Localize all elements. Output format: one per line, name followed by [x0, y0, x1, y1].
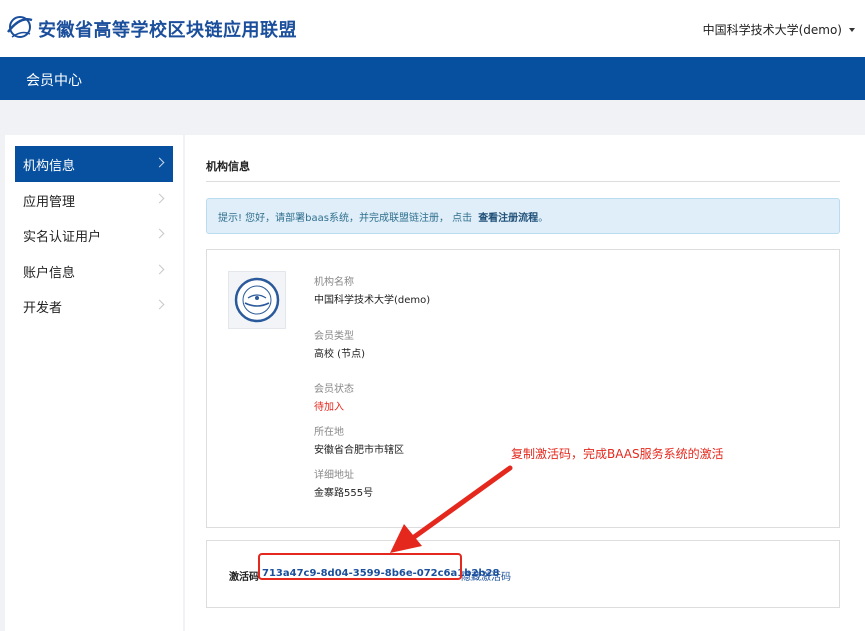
- sidebar: 机构信息 应用管理 实名认证用户 账户信息 开发者: [5, 135, 183, 631]
- org-name-label: 机构名称: [314, 277, 354, 288]
- member-type-label: 会员类型: [314, 331, 354, 342]
- top-bar: 安徽省高等学校区块链应用联盟 中国科学技术大学(demo): [0, 0, 865, 57]
- annotation-text: 复制激活码，完成BAAS服务系统的激活: [511, 447, 724, 461]
- member-status-value: 待加入: [314, 402, 344, 413]
- user-menu[interactable]: 中国科学技术大学(demo): [703, 21, 855, 38]
- sidebar-item-label: 开发者: [23, 300, 63, 316]
- activation-code-label: 激活码: [229, 572, 259, 583]
- university-seal-icon: [234, 277, 280, 323]
- member-status-label: 会员状态: [314, 384, 354, 395]
- sidebar-item-verified-users[interactable]: 实名认证用户: [15, 217, 173, 253]
- org-info-card: 机构名称 中国科学技术大学(demo) 会员类型 高校 (节点) 会员状态 待加…: [206, 249, 840, 528]
- chevron-right-icon: [154, 264, 165, 275]
- chevron-right-icon: [154, 193, 165, 204]
- sidebar-item-label: 应用管理: [23, 194, 76, 210]
- org-name-value: 中国科学技术大学(demo): [314, 295, 431, 306]
- annotation-arrow-icon: [390, 465, 513, 553]
- alert-tail: 。: [538, 212, 549, 224]
- sidebar-item-org-info[interactable]: 机构信息: [15, 146, 173, 182]
- sidebar-item-label: 机构信息: [23, 158, 76, 174]
- globe-swoosh-icon: [7, 16, 33, 38]
- address-label: 详细地址: [314, 470, 354, 481]
- divider: [206, 181, 840, 182]
- chevron-right-icon: [154, 157, 165, 168]
- org-logo: [228, 271, 286, 329]
- info-alert: 提示! 您好，请部署baas系统，并完成联盟链注册， 点击 查看注册流程 。: [206, 198, 840, 234]
- alert-text: 提示! 您好，请部署baas系统，并完成联盟链注册， 点击: [218, 212, 473, 224]
- member-type-value: 高校 (节点): [314, 349, 365, 360]
- sidebar-item-label: 实名认证用户: [23, 229, 102, 245]
- brand-title[interactable]: 安徽省高等学校区块链应用联盟: [38, 16, 297, 42]
- nav-bar: 会员中心: [0, 57, 865, 100]
- sidebar-item-developer[interactable]: 开发者: [15, 288, 173, 324]
- address-value: 金寨路555号: [314, 488, 374, 499]
- sidebar-item-app-management[interactable]: 应用管理: [15, 182, 173, 218]
- hide-code-link[interactable]: 隐藏激活码: [461, 568, 511, 583]
- user-name: 中国科学技术大学(demo): [702, 23, 842, 37]
- page-title: 机构信息: [206, 160, 250, 173]
- nav-title[interactable]: 会员中心: [26, 70, 82, 90]
- location-label: 所在地: [314, 427, 344, 438]
- caret-down-icon: [849, 27, 855, 32]
- sidebar-item-account-info[interactable]: 账户信息: [15, 253, 173, 289]
- location-value: 安徽省合肥市市辖区: [314, 445, 404, 456]
- registration-flow-link[interactable]: 查看注册流程: [478, 209, 538, 224]
- sidebar-item-label: 账户信息: [23, 265, 76, 281]
- chevron-right-icon: [154, 228, 165, 239]
- chevron-right-icon: [154, 299, 165, 310]
